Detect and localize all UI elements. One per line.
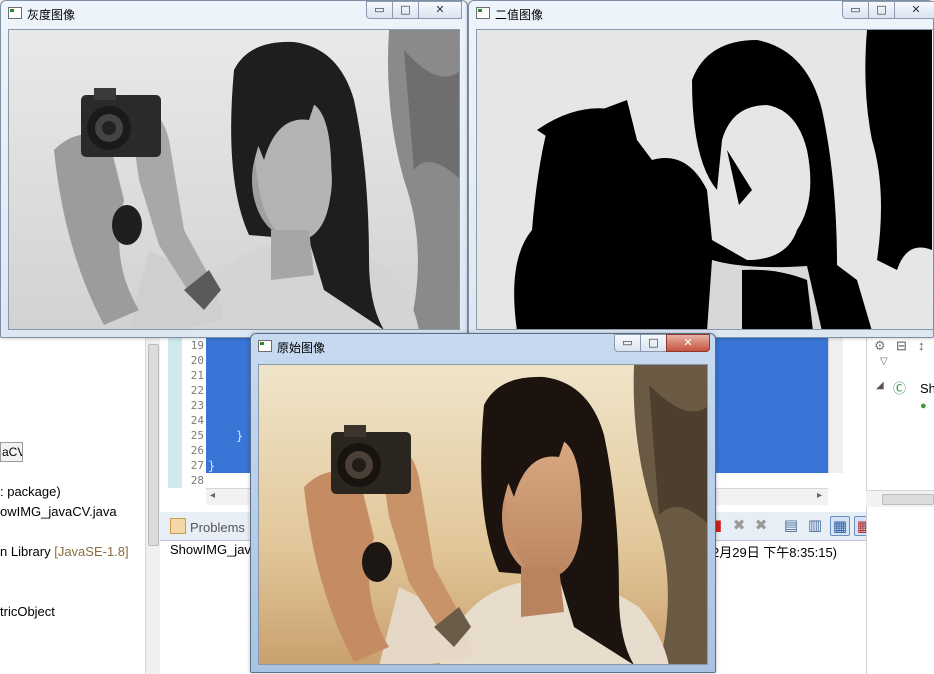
- closing-brace-outer: }: [208, 459, 216, 473]
- line-number: 27: [190, 459, 204, 472]
- close-icon: ✕: [435, 3, 445, 16]
- minimize-icon: ▭: [850, 3, 861, 16]
- line-number: 19: [190, 339, 204, 352]
- minimize-icon: ▭: [622, 336, 633, 349]
- close-icon: ✕: [911, 3, 921, 16]
- outline-class-label[interactable]: Sh: [920, 381, 934, 396]
- window-title: 二值图像: [495, 8, 544, 22]
- original-image: [258, 364, 708, 665]
- line-number: 22: [190, 384, 204, 397]
- minimize-button[interactable]: ▭: [366, 1, 393, 19]
- line-numbers: 19 20 21 22 23 24 25 26 27 28: [182, 338, 204, 488]
- console-launch-prefix: ShowIMG_javi: [170, 542, 254, 557]
- binary-image-window[interactable]: 二值图像 ▭ □ ✕: [468, 0, 934, 338]
- minimize-icon: ▭: [374, 3, 385, 16]
- remove-launch-icon[interactable]: ✖: [730, 516, 748, 534]
- maximize-button[interactable]: □: [868, 1, 895, 19]
- package-explorer-scrollbar[interactable]: [145, 338, 160, 674]
- console-launch-time: 2月29日 下午8:35:15): [712, 545, 838, 560]
- class-icon: Ⓒ: [893, 381, 907, 396]
- outline-scrollbar[interactable]: [866, 490, 934, 507]
- editor-gutter: [168, 338, 182, 488]
- close-button[interactable]: ✕: [894, 1, 934, 19]
- line-number: 26: [190, 444, 204, 457]
- tree-item-package[interactable]: : package): [0, 484, 61, 499]
- original-image-window[interactable]: 原始图像 ▭ □ ✕: [250, 333, 716, 673]
- binary-image: [476, 29, 934, 330]
- method-icon[interactable]: ●: [920, 400, 927, 412]
- line-number: 23: [190, 399, 204, 412]
- collapse-arrow-icon[interactable]: ◢: [876, 380, 884, 391]
- project-node-label: aCV: [2, 445, 22, 459]
- package-explorer: [0, 330, 160, 674]
- line-number: 28: [190, 474, 204, 487]
- window-title: 原始图像: [277, 341, 326, 355]
- collapse-all-icon[interactable]: ⊟: [896, 338, 907, 354]
- gray-image: [8, 29, 460, 330]
- maximize-button[interactable]: □: [392, 1, 419, 19]
- jre-version-tag: [JavaSE-1.8]: [54, 544, 129, 559]
- window-app-icon: [476, 7, 490, 19]
- line-number: 21: [190, 369, 204, 382]
- sort-icon[interactable]: ↕: [918, 338, 925, 353]
- caption-buttons: ▭ □ ✕: [366, 1, 462, 20]
- gray-image-window[interactable]: 灰度图像 ▭ □ ✕: [0, 0, 468, 338]
- minimize-button[interactable]: ▭: [614, 334, 641, 352]
- line-number: 24: [190, 414, 204, 427]
- caption-buttons: ▭ □ ✕: [614, 334, 710, 353]
- show-on-output-icon[interactable]: ▦: [830, 516, 850, 536]
- tree-item-jre-library[interactable]: n Library [JavaSE-1.8]: [0, 544, 129, 559]
- remove-all-icon[interactable]: ✖: [752, 516, 770, 534]
- maximize-icon: □: [648, 336, 659, 349]
- tree-item-java-file[interactable]: owIMG_javaCV.java: [0, 504, 117, 519]
- maximize-button[interactable]: □: [640, 334, 667, 352]
- closing-brace-inner: }: [236, 429, 244, 443]
- line-number: 25: [190, 429, 204, 442]
- tab-problems[interactable]: Problems: [170, 518, 245, 535]
- editor-vertical-scrollbar[interactable]: [828, 338, 843, 473]
- tree-item-metric-object[interactable]: tricObject: [0, 604, 55, 619]
- close-button[interactable]: ✕: [666, 334, 710, 352]
- scroll-lock-icon[interactable]: ▥: [806, 516, 824, 534]
- project-node[interactable]: aCV: [0, 442, 23, 462]
- outline-toolbar-icon[interactable]: ⚙: [874, 338, 886, 354]
- window-app-icon: [8, 7, 22, 19]
- scroll-right-icon[interactable]: ▸: [817, 490, 822, 501]
- expand-arrow-icon[interactable]: ▽: [880, 356, 888, 367]
- caption-buttons: ▭ □ ✕: [842, 1, 934, 20]
- clear-console-icon[interactable]: ▤: [782, 516, 800, 534]
- close-icon: ✕: [683, 336, 693, 349]
- window-app-icon: [258, 340, 272, 352]
- close-button[interactable]: ✕: [418, 1, 462, 19]
- maximize-icon: □: [400, 3, 411, 16]
- problems-icon: [170, 518, 186, 534]
- minimize-button[interactable]: ▭: [842, 1, 869, 19]
- scroll-left-icon[interactable]: ◂: [210, 490, 215, 501]
- maximize-icon: □: [876, 3, 887, 16]
- window-title: 灰度图像: [27, 8, 76, 22]
- line-number: 20: [190, 354, 204, 367]
